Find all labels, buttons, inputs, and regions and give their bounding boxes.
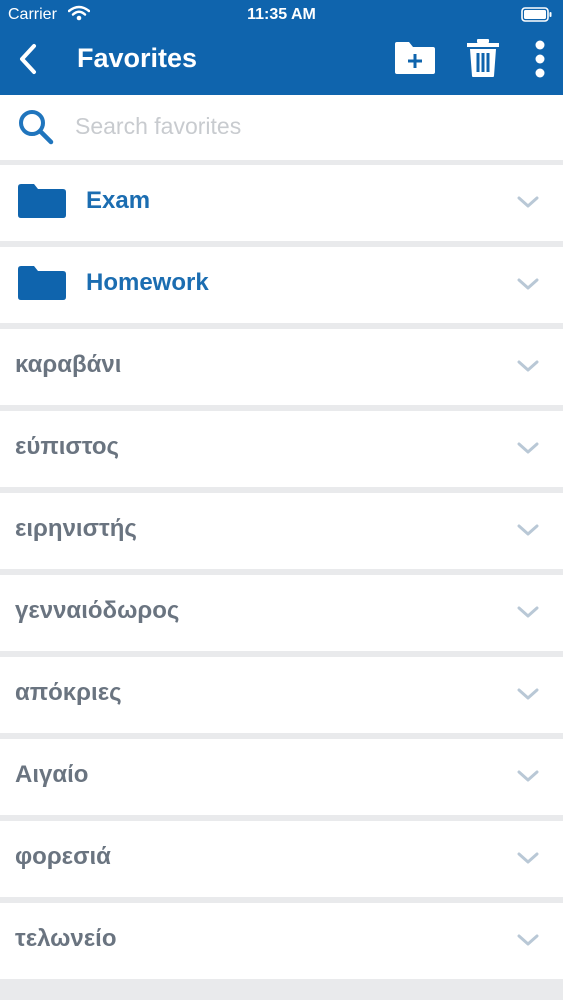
battery-icon xyxy=(521,7,552,22)
word-label: εύπιστος xyxy=(15,433,120,460)
page-title: Favorites xyxy=(77,43,198,73)
word-row[interactable]: φορεσιά xyxy=(0,821,563,897)
more-vertical-icon[interactable] xyxy=(530,40,550,78)
word-label: τελωνείο xyxy=(15,925,117,952)
chevron-down-icon xyxy=(517,196,539,208)
trash-icon[interactable] xyxy=(466,38,500,78)
chevron-down-icon xyxy=(517,688,539,700)
chevron-down-icon xyxy=(517,278,539,290)
word-row[interactable]: εύπιστος xyxy=(0,411,563,487)
word-label: γενναιόδωρος xyxy=(15,597,180,624)
top-bar: Carrier 11:35 AM Favorites xyxy=(0,0,563,95)
status-bar: Carrier 11:35 AM xyxy=(0,0,563,30)
add-folder-icon[interactable] xyxy=(394,40,436,76)
chevron-down-icon xyxy=(517,852,539,864)
search-icon xyxy=(19,110,54,145)
word-label: καραβάνι xyxy=(15,351,122,378)
word-row[interactable]: ειρηνιστής xyxy=(0,493,563,569)
word-row[interactable]: γενναιόδωρος xyxy=(0,575,563,651)
search-input[interactable] xyxy=(75,107,535,145)
word-label: φορεσιά xyxy=(15,843,111,870)
folder-row[interactable]: Exam xyxy=(0,165,563,241)
folder-label: Homework xyxy=(86,269,209,296)
folder-icon xyxy=(18,184,66,218)
navigation-bar: Favorites xyxy=(0,30,563,95)
word-row[interactable]: Αιγαίο xyxy=(0,739,563,815)
word-label: Αιγαίο xyxy=(15,761,89,788)
favorites-list: Exam Homework καραβάνι εύπιστος ειρηνιστής γε… xyxy=(0,165,563,985)
word-row[interactable]: καραβάνι xyxy=(0,329,563,405)
chevron-left-icon[interactable] xyxy=(14,42,44,76)
chevron-down-icon xyxy=(517,524,539,536)
chevron-down-icon xyxy=(517,442,539,454)
word-row[interactable]: τελωνείο xyxy=(0,903,563,979)
chevron-down-icon xyxy=(517,770,539,782)
word-row[interactable]: απόκριες xyxy=(0,657,563,733)
chevron-down-icon xyxy=(517,606,539,618)
status-time: 11:35 AM xyxy=(247,6,316,23)
word-label: απόκριες xyxy=(15,679,122,706)
chevron-down-icon xyxy=(517,934,539,946)
word-label: ειρηνιστής xyxy=(15,515,137,542)
folder-icon xyxy=(18,266,66,300)
folder-row[interactable]: Homework xyxy=(0,247,563,323)
search-bar xyxy=(0,95,563,160)
folder-label: Exam xyxy=(86,187,151,214)
chevron-down-icon xyxy=(517,360,539,372)
